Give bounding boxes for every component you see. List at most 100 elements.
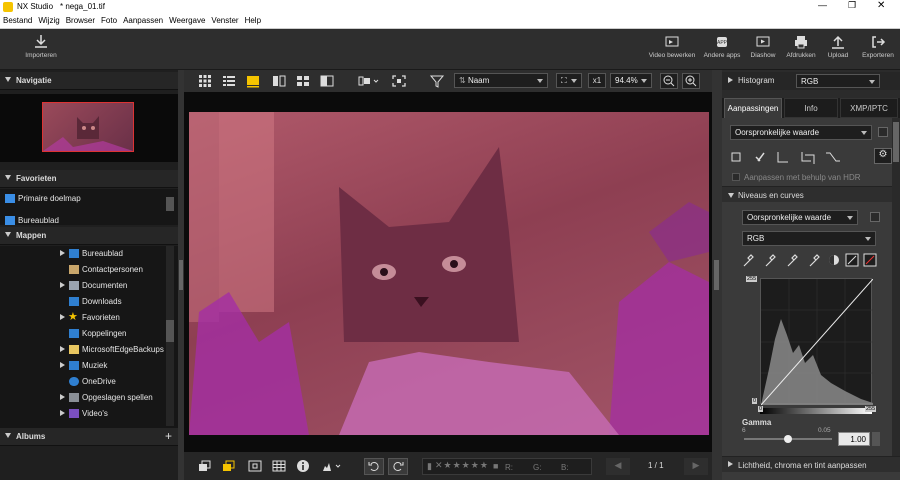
rotate-left-button[interactable] [364,458,384,475]
histogram-header[interactable]: Histogram RGB [722,72,900,90]
navigation-header[interactable]: Navigatie [0,72,178,90]
expand-icon[interactable] [60,282,65,288]
info-icon[interactable] [294,458,312,474]
albums-header[interactable]: Albums + [0,428,178,446]
expand-icon[interactable] [60,394,65,400]
folder-downloads[interactable]: Downloads [0,294,166,310]
tab-info[interactable]: Info [784,98,838,118]
curves-graph[interactable] [760,278,874,406]
folder-edgebackups[interactable]: MicrosoftEdgeBackups [0,342,166,358]
navigator-thumbnail[interactable] [42,102,134,152]
grid-view-icon[interactable] [196,73,214,89]
expand-icon[interactable] [60,314,65,320]
collapse-right-handle[interactable] [714,260,719,290]
lightness-header[interactable]: Lichtheid, chroma en tint aanpassen [722,456,900,472]
gamma-spinner[interactable] [872,432,880,446]
slideshow-button[interactable]: Diashow [748,34,778,59]
stack-icon[interactable] [196,458,214,474]
folder-videos[interactable]: Video's [0,406,166,418]
expand-icon[interactable] [60,250,65,256]
menu-bestand[interactable]: Bestand [0,14,35,25]
previous-image-button[interactable]: ◀ [606,458,630,475]
list-view-icon[interactable] [220,73,238,89]
menu-venster[interactable]: Venster [208,14,241,25]
folder-documenten[interactable]: Documenten [0,278,166,294]
expand-icon[interactable] [60,362,65,368]
input-min-label[interactable]: 0 [758,406,764,412]
label-color-icon[interactable] [220,458,238,474]
upload-button[interactable]: Upload [824,34,852,59]
folder-muziek[interactable]: Muziek [0,358,166,374]
expand-icon[interactable] [60,410,65,416]
levels-checkbox[interactable] [870,212,880,222]
folders-scrollbar-track[interactable] [166,246,174,426]
preset-checkbox[interactable] [878,127,888,137]
fullscreen-icon[interactable] [390,73,408,89]
favorites-scrollbar[interactable] [166,197,174,211]
zoom-dropdown[interactable]: 94.4% [610,73,652,88]
other-apps-button[interactable]: APP Andere apps [702,34,742,59]
folder-koppelingen[interactable]: Koppelingen [0,326,166,342]
sort-dropdown[interactable]: ⇅ Naam [454,73,548,88]
rotate-right-button[interactable] [388,458,408,475]
menu-help[interactable]: Help [242,14,264,25]
histogram-channel-dropdown[interactable]: RGB [796,74,880,88]
tab-xmp-iptc[interactable]: XMP/IPTC [840,98,898,118]
menu-foto[interactable]: Foto [98,14,120,25]
gamma-input[interactable]: 1.00 [838,432,870,446]
print-button[interactable]: Afdrukken [784,34,818,59]
add-album-button[interactable]: + [165,429,172,443]
import-button[interactable]: Importeren [22,34,60,59]
folder-saved-games[interactable]: Opgeslagen spellen [0,390,166,406]
folders-header[interactable]: Mappen [0,227,178,245]
filmstrip-options-icon[interactable] [356,73,382,89]
tab-adjustments[interactable]: Aanpassingen [724,98,782,118]
adjustments-scrollbar-thumb[interactable] [893,122,899,162]
folders-scrollbar-thumb[interactable] [166,320,174,342]
grid-overlay-icon[interactable] [270,458,288,474]
settings-gear-button[interactable]: ⚙ [874,148,892,164]
menu-aanpassen[interactable]: Aanpassen [120,14,166,25]
folder-contactpersonen[interactable]: Contactpersonen [0,262,166,278]
label-square-icon[interactable]: ■ [493,461,498,471]
zoom-in-button[interactable] [682,73,700,89]
before-after-icon[interactable] [318,73,336,89]
input-gradient[interactable] [760,408,872,414]
adjustments-scrollbar[interactable] [892,118,900,456]
gamma-slider-thumb[interactable] [784,435,792,443]
video-edit-button[interactable]: Video bewerken [648,34,696,59]
export-button[interactable]: Exporteren [858,34,898,59]
menu-wijzig[interactable]: Wijzig [35,14,62,25]
single-view-icon[interactable] [244,73,262,89]
menu-browser[interactable]: Browser [63,14,98,25]
folder-favorieten[interactable]: ★ Favorieten [0,310,166,326]
fit-dropdown[interactable]: ⛶ [556,73,582,88]
minimize-icon[interactable]: — [818,0,827,10]
zoom-out-button[interactable] [660,73,678,89]
preset-dropdown[interactable]: Oorspronkelijke waarde [730,125,872,140]
hdr-checkbox[interactable] [732,173,740,181]
compare-view-icon[interactable] [270,73,288,89]
levels-channel-dropdown[interactable]: RGB [742,231,876,246]
folder-onedrive[interactable]: OneDrive [0,374,166,390]
multi-view-icon[interactable] [294,73,312,89]
levels-header[interactable]: Niveaus en curves [722,186,900,202]
main-image[interactable] [189,112,709,435]
levels-preset-dropdown[interactable]: Oorspronkelijke waarde [742,210,858,225]
favorite-desktop[interactable]: Bureaublad [0,213,166,225]
folder-bureaublad[interactable]: Bureaublad [0,246,166,262]
protect-icon[interactable]: ▮ [427,461,432,472]
zoom-100-button[interactable]: x1 [588,73,606,88]
favorite-primary-folder[interactable]: Primaire doelmap [0,191,166,207]
next-image-button[interactable]: ▶ [684,458,708,475]
maximize-icon[interactable]: ❐ [848,0,856,11]
menu-weergave[interactable]: Weergave [166,14,208,25]
focus-point-icon[interactable] [246,458,264,474]
filter-icon[interactable] [428,73,446,89]
input-max-label[interactable]: 255 [865,406,877,412]
rating-stars-icon[interactable]: ✕★★★★★ [435,460,489,471]
collapse-left-handle[interactable] [179,260,183,290]
expand-icon[interactable] [60,346,65,352]
close-icon[interactable]: ✕ [877,0,885,11]
right-splitter[interactable] [712,70,722,480]
